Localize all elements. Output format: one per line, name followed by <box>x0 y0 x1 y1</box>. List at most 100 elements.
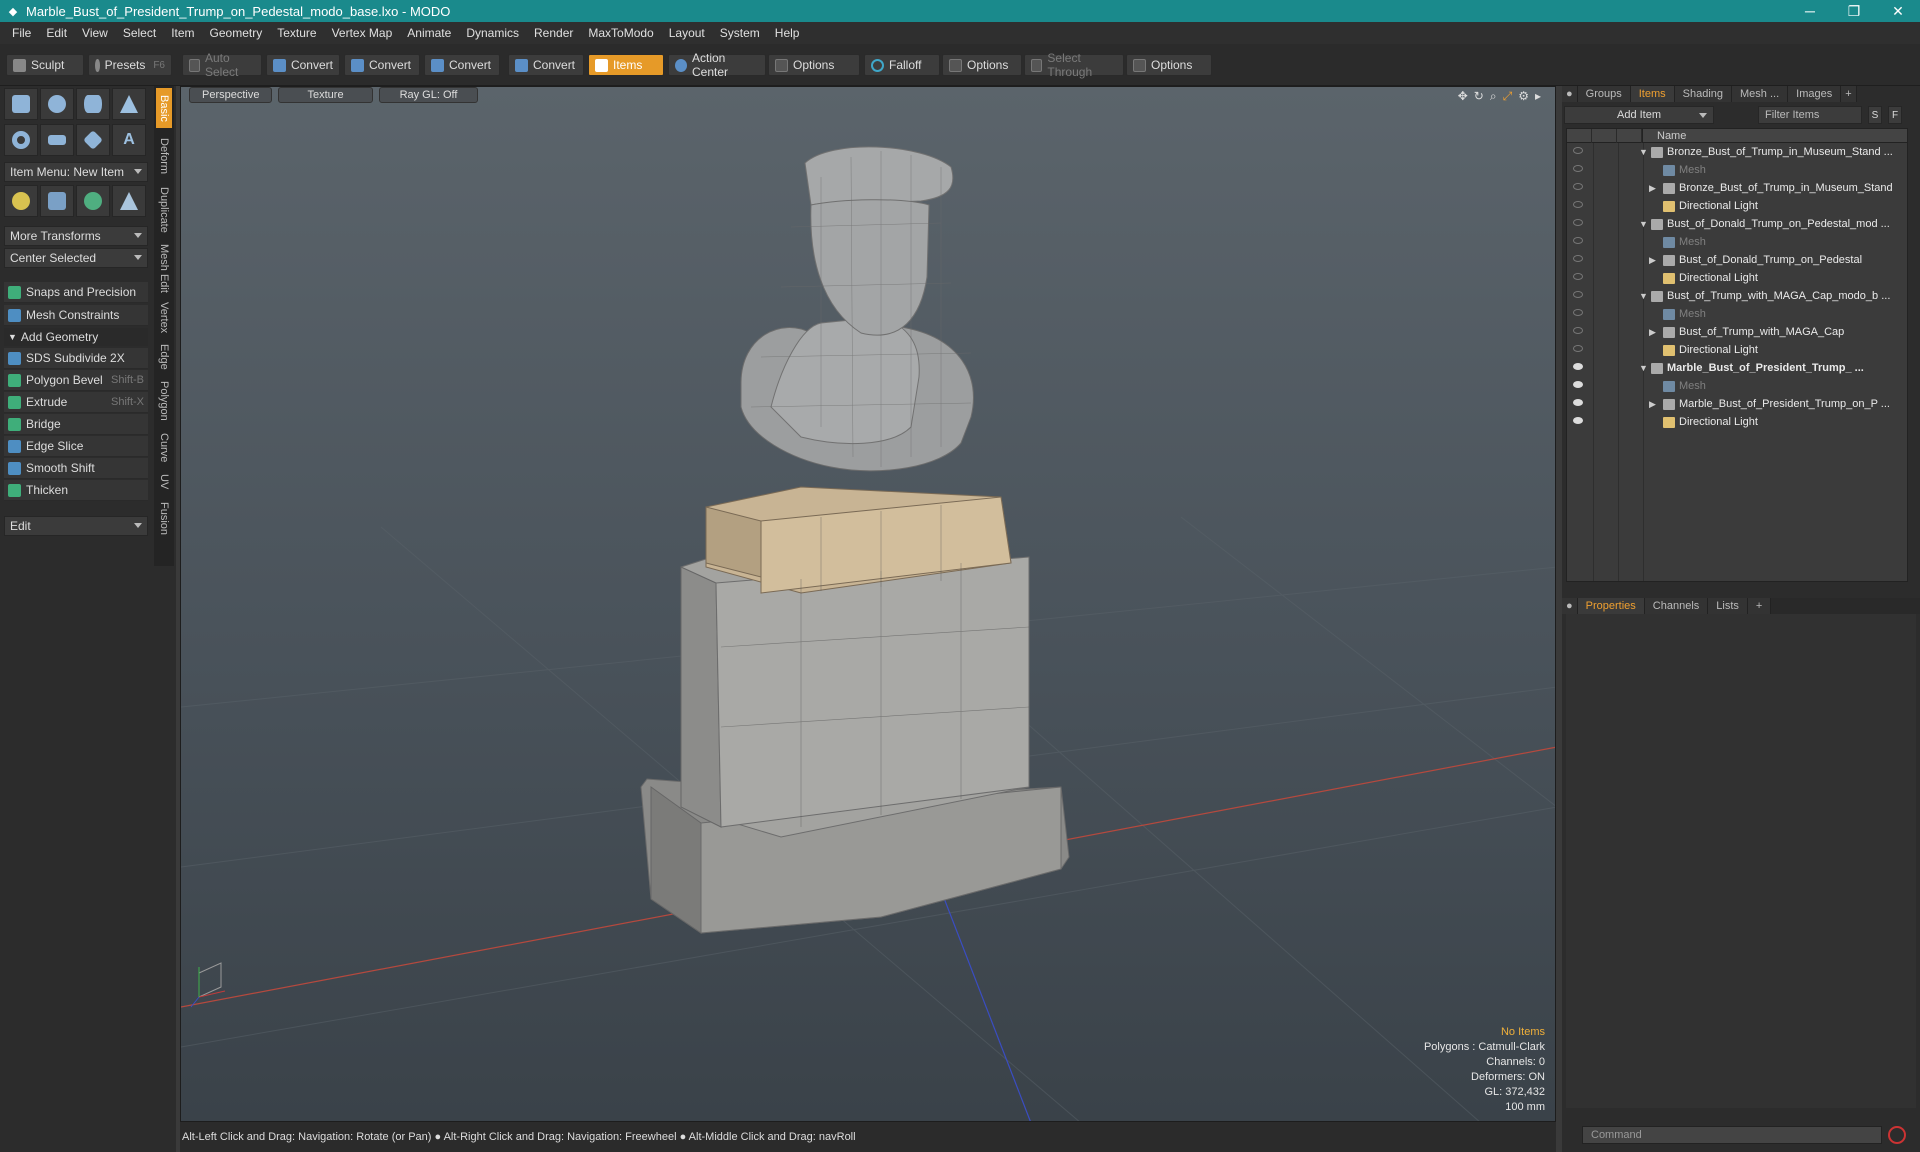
convert-polygons-button[interactable]: Convert <box>424 54 500 76</box>
tree-row[interactable]: ▶ Marble_Bust_of_President_Trump_on_P ... <box>1567 395 1907 413</box>
gear-icon[interactable]: ⚙ <box>1518 89 1529 104</box>
eye-icon[interactable] <box>1573 327 1583 334</box>
eye-icon[interactable] <box>1573 291 1583 298</box>
render-column-icon[interactable] <box>1617 129 1642 143</box>
convert-edges-button[interactable]: Convert <box>344 54 420 76</box>
tube-tool-button[interactable] <box>40 124 74 156</box>
cube-tool-button[interactable] <box>4 88 38 120</box>
globe-tool-button[interactable] <box>76 185 110 217</box>
menu-edit[interactable]: Edit <box>46 26 67 40</box>
options-button-1[interactable]: Options <box>768 54 860 76</box>
tree-row[interactable]: ▶ Bust_of_Trump_with_MAGA_Cap <box>1567 323 1907 341</box>
collapse-arrow-icon[interactable]: ▼ <box>1639 291 1648 301</box>
tab-images[interactable]: Images <box>1788 86 1842 102</box>
filter-s-button[interactable]: S <box>1868 106 1882 124</box>
menu-system[interactable]: System <box>720 26 760 40</box>
falloff-button[interactable]: Falloff <box>864 54 940 76</box>
expand-arrow-icon[interactable]: ▸ <box>1535 89 1541 104</box>
lock-column-icon[interactable] <box>1592 129 1617 143</box>
tab-items[interactable]: Items <box>1630 86 1675 102</box>
collapse-arrow-icon[interactable]: ▼ <box>1639 147 1648 157</box>
grid-tool-button[interactable] <box>40 185 74 217</box>
tree-row[interactable]: Directional Light <box>1567 341 1907 359</box>
tree-row[interactable]: ▶ Bust_of_Donald_Trump_on_Pedestal <box>1567 251 1907 269</box>
rotate-icon[interactable]: ↻ <box>1474 89 1484 104</box>
tab-duplicate[interactable]: Duplicate <box>156 182 172 238</box>
tree-row[interactable]: ▶ Bronze_Bust_of_Trump_in_Museum_Stand <box>1567 179 1907 197</box>
command-input[interactable]: Command <box>1582 1126 1882 1144</box>
menu-maxtomodo[interactable]: MaxToModo <box>588 26 653 40</box>
tree-row[interactable]: Mesh <box>1567 377 1907 395</box>
text-tool-button[interactable]: A <box>112 124 146 156</box>
expand-arrow-icon[interactable]: ▶ <box>1649 183 1656 194</box>
convert-vertices-button[interactable]: Convert <box>266 54 340 76</box>
tree-row[interactable]: ▼ Bust_of_Donald_Trump_on_Pedestal_mod ..… <box>1567 215 1907 233</box>
snaps-precision-button[interactable]: Snaps and Precision <box>4 282 148 303</box>
thicken-button[interactable]: Thicken <box>4 480 148 501</box>
presets-button[interactable]: Presets F6 <box>88 54 172 76</box>
tree-row[interactable]: Directional Light <box>1567 197 1907 215</box>
eye-icon[interactable] <box>1573 201 1583 208</box>
smooth-shift-button[interactable]: Smooth Shift <box>4 458 148 479</box>
tab-mesh-edit[interactable]: Mesh Edit <box>156 240 172 296</box>
tab-mesh[interactable]: Mesh ... <box>1732 86 1789 102</box>
menu-item[interactable]: Item <box>171 26 194 40</box>
eye-icon[interactable] <box>1573 417 1583 424</box>
pan-icon[interactable]: ✥ <box>1458 89 1468 104</box>
tree-row[interactable]: Directional Light <box>1567 269 1907 287</box>
torus-tool-button[interactable] <box>4 124 38 156</box>
expand-arrow-icon[interactable]: ▶ <box>1649 255 1656 266</box>
eye-icon[interactable] <box>1573 273 1583 280</box>
polygon-bevel-button[interactable]: Polygon Bevel Shift-B <box>4 370 148 391</box>
extrude-button[interactable]: Extrude Shift-X <box>4 392 148 413</box>
tree-row[interactable]: Mesh <box>1567 161 1907 179</box>
add-tab-icon[interactable]: + <box>1841 86 1857 102</box>
select-through-button[interactable]: Select Through <box>1024 51 1124 79</box>
pen-tool-button[interactable] <box>76 124 110 156</box>
tab-polygon[interactable]: Polygon <box>156 376 172 426</box>
close-button[interactable]: ✕ <box>1876 3 1920 20</box>
menu-layout[interactable]: Layout <box>669 26 705 40</box>
pyramid-tool-button[interactable] <box>112 185 146 217</box>
shading-mode-dropdown[interactable]: Texture <box>278 87 373 103</box>
tab-groups[interactable]: Groups <box>1577 86 1631 102</box>
minimize-button[interactable]: ─ <box>1788 3 1832 19</box>
items-mode-button[interactable]: Items <box>588 54 664 76</box>
maximize-button[interactable]: ❐ <box>1832 3 1876 20</box>
menu-select[interactable]: Select <box>123 26 156 40</box>
eye-icon[interactable] <box>1573 309 1583 316</box>
tab-properties[interactable]: Properties <box>1577 598 1645 614</box>
menu-animate[interactable]: Animate <box>407 26 451 40</box>
tab-shading[interactable]: Shading <box>1674 86 1733 102</box>
tree-row[interactable]: Directional Light <box>1567 413 1907 431</box>
tab-deform[interactable]: Deform <box>156 132 172 180</box>
collapse-arrow-icon[interactable]: ▼ <box>1639 363 1648 373</box>
edge-slice-button[interactable]: Edge Slice <box>4 436 148 457</box>
add-tab-icon[interactable]: + <box>1747 598 1772 614</box>
tree-row[interactable]: ▼ Bust_of_Trump_with_MAGA_Cap_modo_b ... <box>1567 287 1907 305</box>
eye-icon[interactable] <box>1573 183 1583 190</box>
filter-items-input[interactable]: Filter Items <box>1758 106 1862 124</box>
options-button-2[interactable]: Options <box>942 54 1022 76</box>
eye-icon[interactable] <box>1573 345 1583 352</box>
menu-view[interactable]: View <box>82 26 108 40</box>
tab-lists[interactable]: Lists <box>1708 598 1748 614</box>
menu-help[interactable]: Help <box>775 26 800 40</box>
eye-icon[interactable] <box>1573 219 1583 226</box>
tab-edge[interactable]: Edge <box>156 340 172 374</box>
eye-icon[interactable] <box>1573 363 1583 370</box>
tree-row[interactable]: ▼ Marble_Bust_of_President_Trump_ ... <box>1567 359 1907 377</box>
name-column-header[interactable]: Name <box>1643 130 1686 142</box>
eye-icon[interactable] <box>1573 237 1583 244</box>
zoom-icon[interactable]: ⌕ <box>1490 89 1497 104</box>
bridge-button[interactable]: Bridge <box>4 414 148 435</box>
convert-materials-button[interactable]: Convert <box>508 54 584 76</box>
tab-curve[interactable]: Curve <box>156 428 172 468</box>
add-item-dropdown[interactable]: Add Item <box>1564 106 1714 124</box>
raygl-toggle[interactable]: Ray GL: Off <box>378 87 479 103</box>
filter-f-button[interactable]: F <box>1888 106 1902 124</box>
edit-dropdown[interactable]: Edit <box>4 516 148 536</box>
mesh-constraints-button[interactable]: Mesh Constraints <box>4 305 148 326</box>
tab-fusion[interactable]: Fusion <box>156 496 172 542</box>
expand-arrow-icon[interactable]: ▶ <box>1649 327 1656 338</box>
